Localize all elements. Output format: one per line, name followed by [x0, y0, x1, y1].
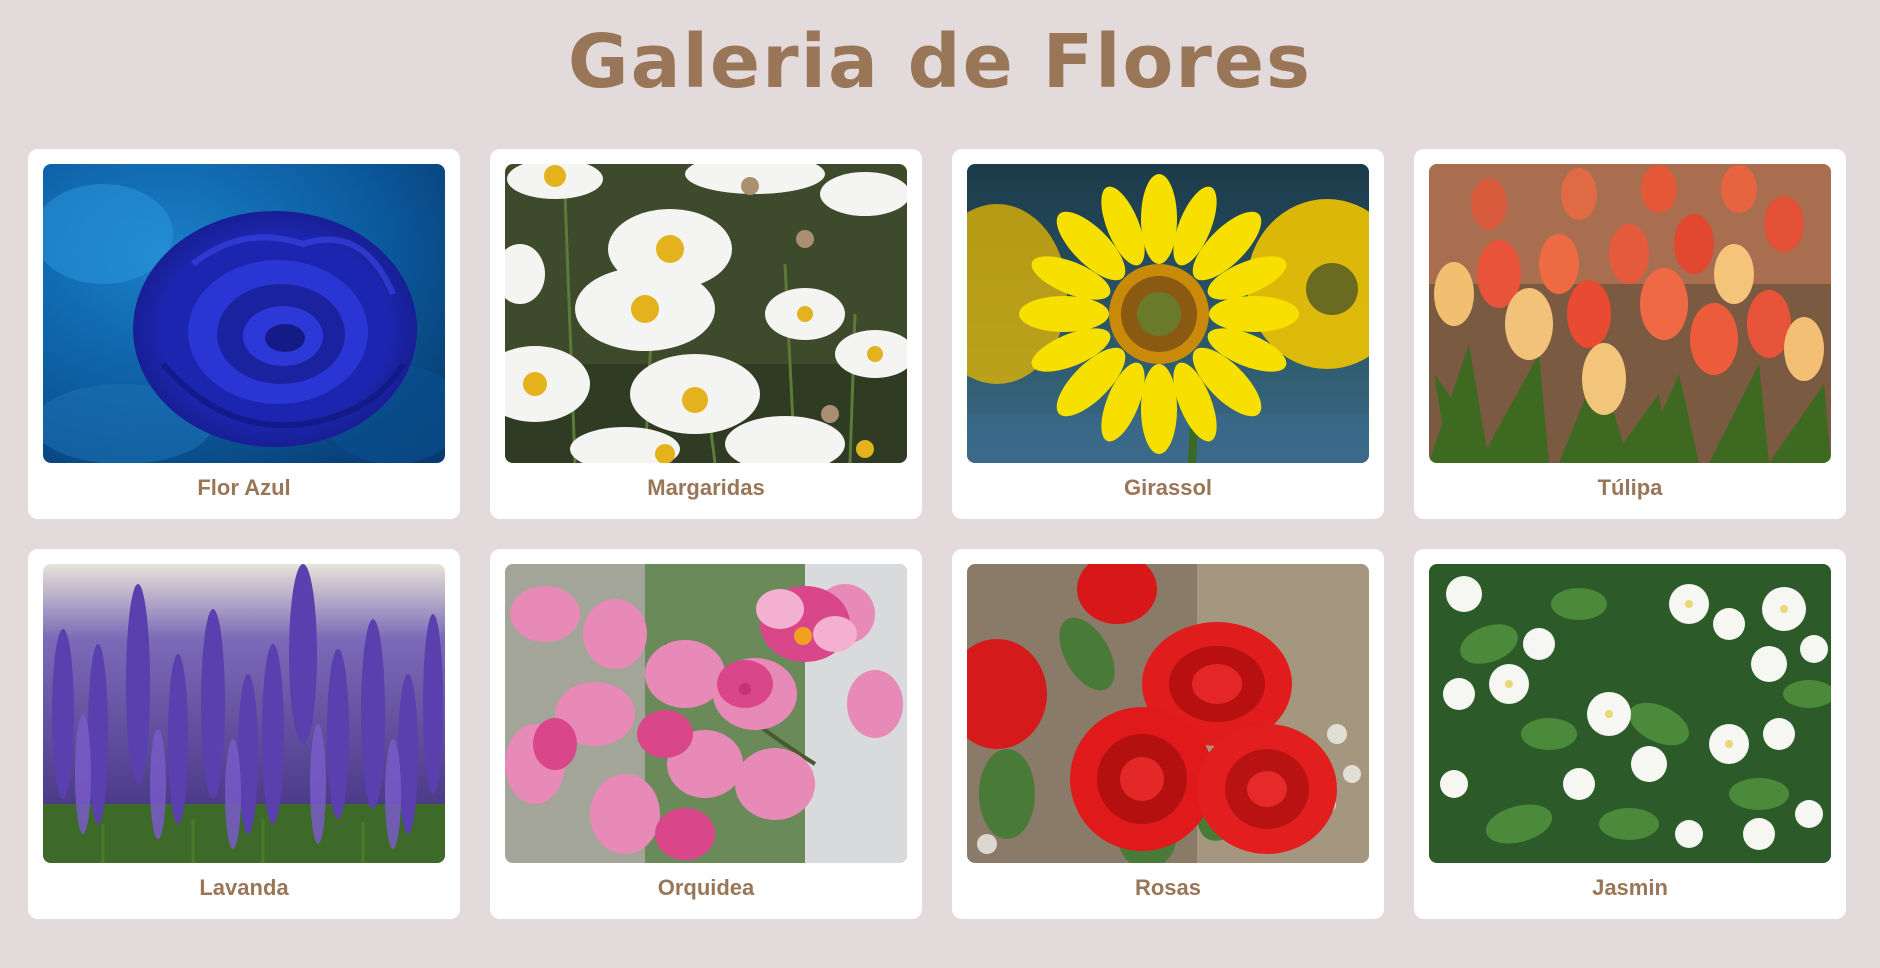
card-caption: Jasmin	[1592, 875, 1668, 900]
gallery-card-lavanda[interactable]: Lavanda	[28, 549, 460, 919]
card-caption: Rosas	[1134, 875, 1202, 900]
card-caption: Orquidea	[657, 875, 755, 900]
gallery-card-jasmin[interactable]: Jasmin	[1414, 549, 1846, 919]
lavender-photo[interactable]	[43, 564, 445, 863]
card-caption: Margaridas	[647, 475, 765, 500]
card-caption: Flor Azul	[197, 475, 291, 500]
card-caption: Girassol	[1123, 475, 1213, 500]
card-caption: Lavanda	[199, 875, 289, 900]
gallery-card-girassol[interactable]: Girassol	[952, 149, 1384, 519]
blue-rose-photo[interactable]	[43, 164, 445, 463]
card-caption: Túlipa	[1597, 475, 1663, 500]
gallery-card-flor-azul[interactable]: Flor Azul	[28, 149, 460, 519]
gallery-card-orquidea[interactable]: Orquidea	[490, 549, 922, 919]
sunflower-photo[interactable]	[967, 164, 1369, 463]
gallery-card-margaridas[interactable]: Margaridas	[490, 149, 922, 519]
gallery-card-tulipa[interactable]: Túlipa	[1414, 149, 1846, 519]
jasmine-photo[interactable]	[1429, 564, 1831, 863]
daisies-photo[interactable]	[505, 164, 907, 463]
tulips-photo[interactable]	[1429, 164, 1831, 463]
page-title: Galeria de Flores	[567, 19, 1313, 105]
flower-gallery: Flor Azul Margaridas Girassol Túlipa Lav…	[28, 149, 1848, 919]
orchids-photo[interactable]	[505, 564, 907, 863]
red-roses-photo[interactable]	[967, 564, 1369, 863]
gallery-card-rosas[interactable]: Rosas	[952, 549, 1384, 919]
